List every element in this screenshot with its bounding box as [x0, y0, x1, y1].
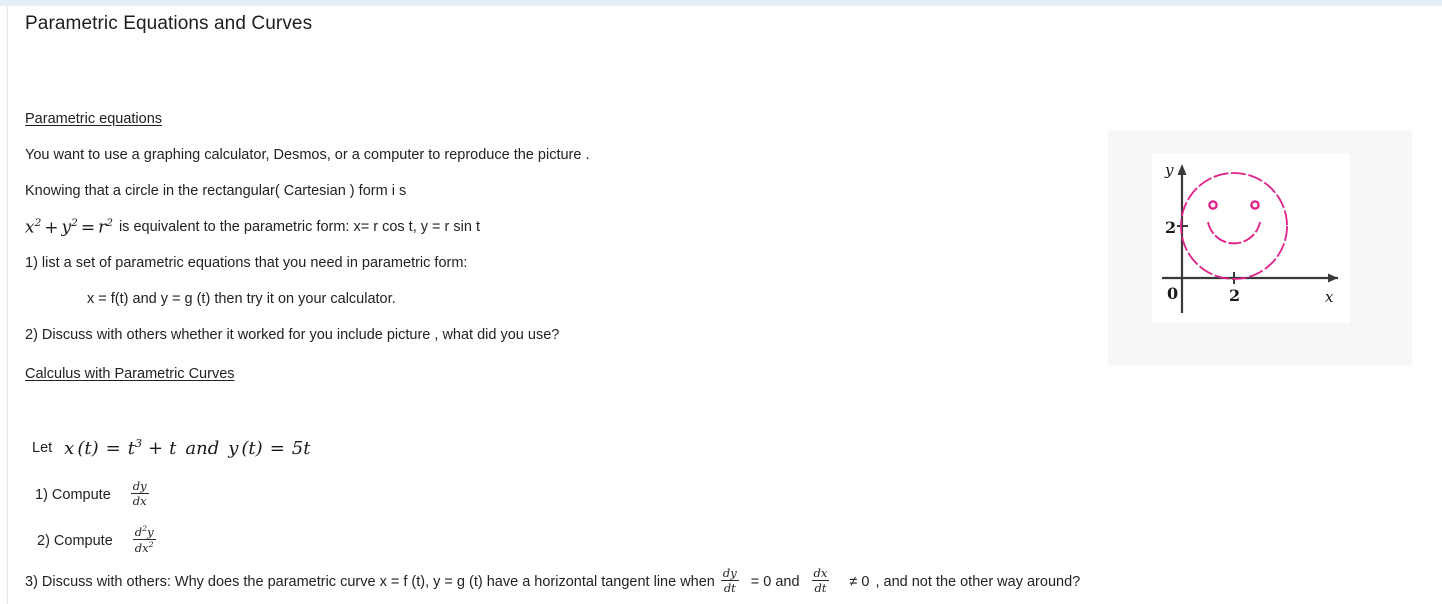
let-label: Let [32, 440, 53, 456]
origin-label: 0 [1167, 284, 1178, 303]
list-item-1-sub: x = f(t) and y = g (t) then try it on yo… [87, 291, 396, 307]
fraction-numerator: dy [720, 566, 739, 582]
y-axis-arrow [1177, 164, 1187, 175]
mouth-arc [1207, 221, 1261, 245]
left-eye-circle [1208, 200, 1218, 210]
fraction-dy-dt: dy dt [720, 566, 739, 596]
right-eye-circle [1250, 200, 1260, 210]
compute-d2ydx2-line: 2) Compute d2y dx2 [37, 524, 156, 556]
fraction-d2y-dx2: d2y dx2 [132, 524, 156, 556]
x-axis-arrow [1328, 273, 1338, 283]
discussion-item-3-mid-2: ≠ 0 [849, 573, 870, 590]
discussion-item-3-suffix: , and not the other way around? [875, 573, 1081, 590]
compute-dydx-line: 1) Compute dy dx [35, 479, 149, 509]
fraction-denominator: dt [814, 581, 827, 596]
list-item-2: 2) Discuss with others whether it worked… [25, 327, 560, 343]
fraction-denominator: dx [132, 494, 147, 509]
paragraph-circle-cartesian: Knowing that a circle in the rectangular… [25, 183, 407, 199]
compute-2-label: 2) Compute [37, 532, 113, 549]
top-accent-bar [0, 0, 1442, 6]
fraction-numerator: dx [811, 566, 830, 582]
fraction-dy-dx: dy dx [130, 479, 149, 509]
equation-circle: x2 + y2 = r2 [25, 217, 113, 238]
figure-panel: y x 2 2 0 [1108, 130, 1412, 366]
left-margin-rule [7, 6, 8, 604]
fraction-numerator: dy [130, 479, 149, 495]
fraction-numerator: d2y [132, 524, 156, 541]
y-axis-label: y [1164, 161, 1174, 179]
section-heading-calculus-parametric-curves: Calculus with Parametric Curves [25, 366, 235, 382]
discussion-item-3-mid-1: = 0 and [750, 573, 800, 590]
equation-circle-line: x2 + y2 = r2 is equivalent to the parametric… [25, 217, 480, 238]
discussion-item-3-prefix: 3) Discuss with others: Why does the par… [25, 573, 715, 590]
compute-1-label: 1) Compute [35, 486, 111, 503]
let-equation: x (t) = t3 + t and y (t) = 5t [64, 437, 311, 459]
page-title: Parametric Equations and Curves [25, 13, 313, 34]
figure-image: y x 2 2 0 [1152, 153, 1350, 323]
smiley-face-parametric-graph: y x 2 2 0 [1162, 161, 1338, 313]
let-equation-line: Let x (t) = t3 + t and y (t) = 5t [32, 437, 310, 459]
x-tick-label-2: 2 [1229, 286, 1240, 305]
equation-circle-tail: is equivalent to the parametric form: x=… [118, 218, 480, 235]
section-heading-parametric-equations: Parametric equations [25, 111, 163, 127]
x-axis-label: x [1325, 288, 1334, 306]
fraction-dx-dt: dx dt [811, 566, 830, 596]
paragraph-reproduce-picture: You want to use a graphing calculator, D… [25, 147, 590, 163]
discussion-item-3-line: 3) Discuss with others: Why does the par… [25, 566, 1081, 596]
fraction-denominator: dt [723, 581, 736, 596]
y-tick-label-2: 2 [1165, 218, 1176, 237]
fraction-denominator: dx2 [134, 540, 154, 556]
face-circle [1180, 172, 1288, 280]
list-item-1: 1) list a set of parametric equations th… [25, 255, 468, 271]
